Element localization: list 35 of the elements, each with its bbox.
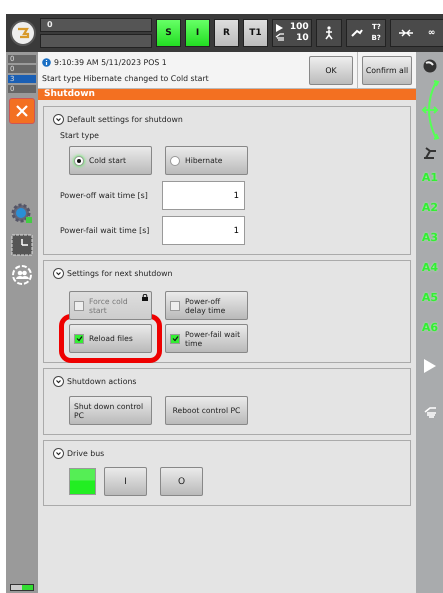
clock-icon[interactable] bbox=[11, 234, 33, 256]
checkbox[interactable] bbox=[170, 334, 180, 344]
input-field[interactable]: 1 bbox=[162, 181, 245, 210]
x-icon bbox=[15, 104, 29, 118]
gear-icon[interactable] bbox=[11, 202, 33, 224]
override-button[interactable]: 100 10 bbox=[272, 19, 312, 47]
checkmark-icon bbox=[76, 335, 82, 342]
close-button[interactable] bbox=[9, 98, 35, 124]
collapse-icon[interactable] bbox=[53, 376, 64, 387]
status-button[interactable]: I bbox=[185, 19, 210, 47]
status-button[interactable]: S bbox=[156, 19, 181, 47]
status-button[interactable]: R bbox=[214, 19, 239, 47]
play-hand-icon bbox=[275, 23, 286, 43]
users-icon[interactable] bbox=[11, 264, 33, 286]
radio-indicator[interactable] bbox=[170, 156, 180, 166]
input-field[interactable]: 1 bbox=[162, 216, 245, 245]
battery-icon bbox=[10, 584, 34, 591]
collapse-icon[interactable] bbox=[53, 448, 64, 459]
program-field[interactable]: 0 bbox=[40, 18, 152, 32]
checkbox[interactable] bbox=[74, 334, 84, 344]
status-button[interactable]: T1 bbox=[243, 19, 268, 47]
increment-icon bbox=[398, 29, 413, 37]
checkbox[interactable] bbox=[170, 300, 180, 310]
info-icon bbox=[42, 58, 51, 66]
checkmark-icon bbox=[172, 335, 178, 342]
robot-logo-icon[interactable] bbox=[10, 20, 36, 46]
window-title: Shutdown bbox=[38, 89, 416, 100]
drive-bus-button[interactable]: I bbox=[104, 467, 147, 496]
collapse-icon[interactable] bbox=[53, 114, 64, 125]
radio-indicator[interactable] bbox=[74, 156, 84, 166]
increment-button[interactable]: ∞ bbox=[390, 19, 443, 47]
drive-bus-button[interactable]: O bbox=[160, 467, 203, 496]
lock-icon bbox=[142, 294, 148, 301]
walking-person-icon[interactable] bbox=[316, 19, 342, 47]
collapse-icon[interactable] bbox=[53, 268, 64, 279]
